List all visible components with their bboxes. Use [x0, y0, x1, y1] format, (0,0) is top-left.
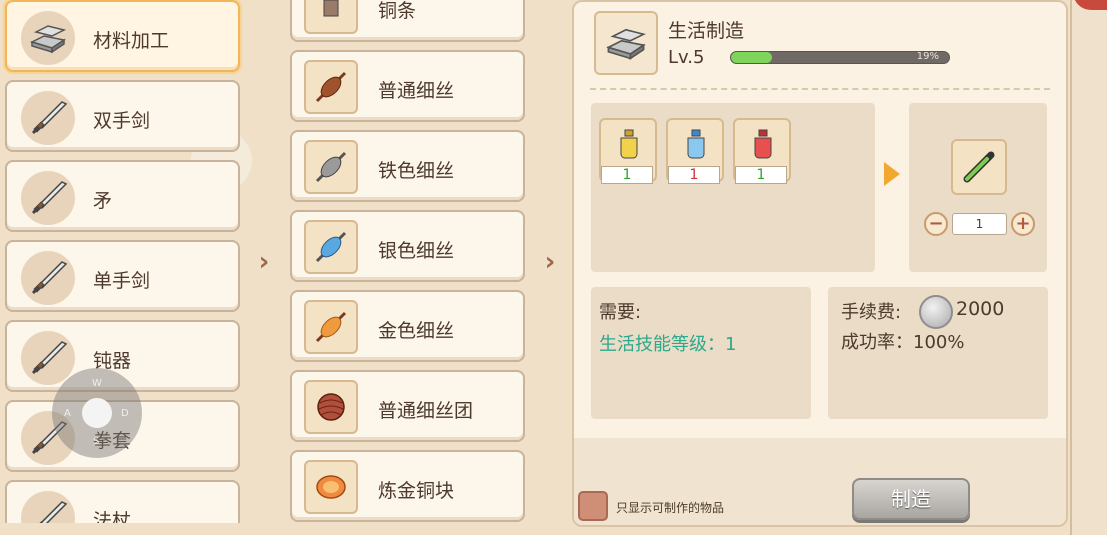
success-rate: 成功率：100% — [841, 332, 965, 353]
increase-quantity-button[interactable]: + — [1011, 212, 1035, 236]
silver-ingot-icon — [594, 11, 658, 75]
progress-text: 19% — [916, 51, 939, 62]
joystick-key-left: A — [64, 408, 71, 419]
chevron-right-icon: › — [544, 247, 556, 277]
silver-ingot-icon — [21, 11, 75, 65]
spool-brown-icon — [304, 60, 358, 114]
recipe-item-alchemy-copper[interactable]: 炼金铜块 — [290, 450, 525, 522]
skill-progress-bar: 19% — [730, 51, 950, 64]
sword-icon — [21, 91, 75, 145]
category-label: 矛 — [93, 190, 113, 212]
recipe-item-gold-thread[interactable]: 金色细丝 — [290, 290, 525, 362]
material-count: 1 — [668, 166, 720, 184]
joystick-key-down: S — [93, 436, 100, 447]
category-label: 双手剑 — [93, 110, 151, 132]
silver-coin-icon — [919, 295, 953, 329]
panel-title: 生活制造 — [668, 20, 745, 42]
material-slot[interactable]: 1 — [733, 118, 791, 184]
alchemy-copper-icon — [304, 460, 358, 514]
category-item-spear[interactable]: 矛 — [5, 160, 240, 232]
recipe-label: 金色细丝 — [378, 320, 455, 342]
category-item-staff[interactable]: 法杖 — [5, 480, 240, 523]
progress-fill — [731, 52, 773, 63]
wavy-divider — [574, 430, 1066, 442]
recipe-item-silver-thread[interactable]: 银色细丝 — [290, 210, 525, 282]
recipe-list[interactable]: 铜条 普通细丝 铁色细丝 银色细丝 金色细丝 普通细丝团 炼金铜块 — [286, 0, 530, 527]
recipe-item-copper-bar[interactable]: 铜条 — [290, 0, 525, 42]
recipe-item-normal-thread[interactable]: 普通细丝 — [290, 50, 525, 122]
virtual-joystick[interactable]: W A D S — [52, 368, 142, 458]
material-count: 1 — [601, 166, 653, 184]
sword-icon — [21, 171, 75, 225]
joystick-key-right: D — [121, 408, 129, 419]
close-corner[interactable] — [1073, 0, 1107, 10]
spool-gray-icon — [304, 140, 358, 194]
category-item-one-handed-sword[interactable]: 单手剑 — [5, 240, 240, 312]
material-slot[interactable]: 1 — [599, 118, 657, 184]
recipe-label: 炼金铜块 — [378, 480, 455, 502]
category-label: 单手剑 — [93, 270, 151, 292]
skill-requirement: 生活技能等级：1 — [599, 334, 737, 355]
recipe-item-iron-thread[interactable]: 铁色细丝 — [290, 130, 525, 202]
blue-potion-icon — [682, 128, 710, 164]
spool-blue-icon — [304, 220, 358, 274]
craft-button[interactable]: 制造 — [852, 478, 970, 520]
joystick-key-up: W — [92, 378, 102, 389]
recipe-item-thread-ball[interactable]: 普通细丝团 — [290, 370, 525, 442]
requirements-title: 需要: — [599, 302, 642, 323]
material-count: 1 — [735, 166, 787, 184]
craftable-only-checkbox[interactable] — [578, 491, 608, 521]
recipe-label: 普通细丝 — [378, 80, 455, 102]
category-item-material-processing[interactable]: 材料加工 — [5, 0, 240, 72]
checkbox-label: 只显示可制作的物品 — [616, 501, 725, 515]
yarn-ball-icon — [304, 380, 358, 434]
arrow-right-icon — [884, 162, 900, 186]
quantity-input[interactable]: 1 — [952, 213, 1007, 235]
sword-icon — [21, 491, 75, 523]
skill-level: Lv.5 — [668, 47, 705, 68]
divider — [590, 88, 1050, 90]
copper-bar-icon — [304, 0, 358, 34]
joystick-knob[interactable] — [82, 398, 112, 428]
sword-icon — [21, 331, 75, 385]
decrease-quantity-button[interactable]: − — [924, 212, 948, 236]
green-vial-icon[interactable] — [951, 139, 1007, 195]
fee-value: 2000 — [956, 298, 1005, 320]
yellow-potion-icon — [615, 128, 643, 164]
window-frame — [1070, 0, 1107, 535]
sword-icon — [21, 251, 75, 305]
recipe-label: 铜条 — [378, 0, 417, 22]
recipe-label: 银色细丝 — [378, 240, 455, 262]
material-slot[interactable]: 1 — [666, 118, 724, 184]
chevron-right-icon: › — [258, 247, 270, 277]
category-label: 材料加工 — [93, 30, 170, 52]
fee-label: 手续费: — [841, 302, 902, 323]
red-potion-icon — [749, 128, 777, 164]
category-item-two-handed-sword[interactable]: 双手剑 — [5, 80, 240, 152]
recipe-label: 铁色细丝 — [378, 160, 455, 182]
spool-orange-icon — [304, 300, 358, 354]
recipe-label: 普通细丝团 — [378, 400, 474, 422]
category-label: 法杖 — [93, 510, 132, 523]
